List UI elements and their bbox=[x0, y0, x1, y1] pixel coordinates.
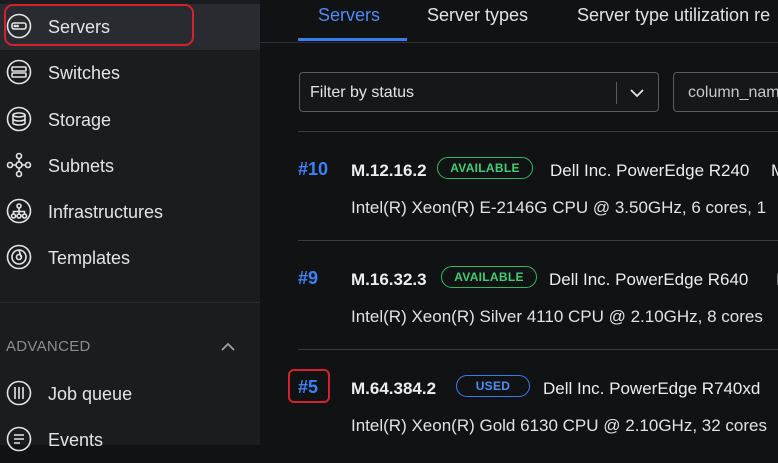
sidebar-item-storage[interactable]: Storage bbox=[0, 97, 260, 143]
tab-server-type-utilization[interactable]: Server type utilization re bbox=[577, 5, 770, 26]
status-badge: AVAILABLE bbox=[441, 266, 537, 288]
status-badge: USED bbox=[456, 375, 530, 397]
server-cpu: Intel(R) Xeon(R) Gold 6130 CPU @ 2.10GHz… bbox=[351, 416, 767, 435]
sidebar-item-label: Switches bbox=[48, 62, 121, 83]
server-model: Dell Inc. PowerEdge R640 bbox=[549, 270, 749, 289]
subnet-icon bbox=[6, 152, 32, 178]
tab-servers[interactable]: Servers bbox=[318, 5, 380, 26]
tab-server-types[interactable]: Server types bbox=[427, 5, 528, 26]
tab-bar: Servers Server types Server type utiliza… bbox=[260, 0, 778, 43]
sidebar-item-templates[interactable]: Templates bbox=[0, 235, 260, 281]
infrastructure-icon bbox=[6, 198, 32, 224]
section-label-advanced: ADVANCED bbox=[6, 338, 91, 355]
server-row[interactable]: #9 M.16.32.3 AVAILABLE Dell Inc. PowerEd… bbox=[298, 241, 778, 350]
active-tab-indicator bbox=[298, 38, 407, 41]
switch-icon bbox=[6, 59, 32, 85]
status-filter-label: Filter by status bbox=[310, 84, 415, 101]
server-name: M.16.32.3 bbox=[351, 270, 427, 289]
server-row[interactable]: #5 M.64.384.2 USED Dell Inc. PowerEdge R… bbox=[288, 350, 778, 445]
job-queue-icon bbox=[6, 380, 32, 406]
status-filter-select[interactable]: Filter by status bbox=[299, 72, 659, 112]
sidebar-divider bbox=[0, 302, 260, 303]
server-name: M.12.16.2 bbox=[351, 161, 427, 180]
server-id-link[interactable]: #10 bbox=[298, 159, 328, 180]
chevron-up-icon[interactable] bbox=[219, 338, 237, 356]
server-model: Dell Inc. PowerEdge R240 bbox=[550, 161, 750, 180]
main-content: Servers Server types Server type utiliza… bbox=[260, 0, 778, 445]
sidebar-item-label: Subnets bbox=[48, 155, 115, 176]
server-name: M.64.384.2 bbox=[351, 379, 437, 398]
sidebar: Servers Switches Storage Subnets Infrast… bbox=[0, 0, 260, 452]
sidebar-item-infrastructures[interactable]: Infrastructures bbox=[0, 189, 260, 235]
sidebar-item-switches[interactable]: Switches bbox=[0, 50, 260, 96]
select-separator bbox=[616, 82, 617, 104]
sidebar-item-label: Storage bbox=[48, 109, 112, 130]
server-cpu: Intel(R) Xeon(R) Silver 4110 CPU @ 2.10G… bbox=[351, 307, 763, 326]
server-extra-info: M bbox=[771, 161, 778, 181]
sidebar-item-label: Infrastructures bbox=[48, 201, 164, 222]
highlight-servers-annotation bbox=[4, 4, 194, 46]
events-icon bbox=[6, 426, 32, 452]
server-cpu: Intel(R) Xeon(R) E-2146G CPU @ 3.50GHz, … bbox=[351, 198, 767, 217]
sidebar-item-job-queue[interactable]: Job queue bbox=[0, 371, 260, 417]
chevron-down-icon[interactable] bbox=[628, 84, 646, 102]
server-model: Dell Inc. PowerEdge R740xd bbox=[543, 379, 761, 398]
sidebar-item-events[interactable]: Events bbox=[0, 417, 260, 463]
sidebar-item-label: Events bbox=[48, 429, 104, 450]
column-select-placeholder: column_nam bbox=[688, 84, 778, 101]
storage-icon bbox=[6, 106, 32, 132]
column-select[interactable]: column_nam bbox=[673, 72, 778, 112]
sidebar-item-label: Job queue bbox=[48, 383, 133, 404]
template-icon bbox=[6, 244, 32, 270]
highlight-id-annotation bbox=[288, 369, 330, 403]
sidebar-item-subnets[interactable]: Subnets bbox=[0, 143, 260, 189]
server-row[interactable]: #10 M.12.16.2 AVAILABLE Dell Inc. PowerE… bbox=[298, 132, 778, 241]
status-badge: AVAILABLE bbox=[437, 157, 533, 179]
server-id-link[interactable]: #9 bbox=[298, 268, 318, 289]
sidebar-item-label: Templates bbox=[48, 247, 131, 268]
